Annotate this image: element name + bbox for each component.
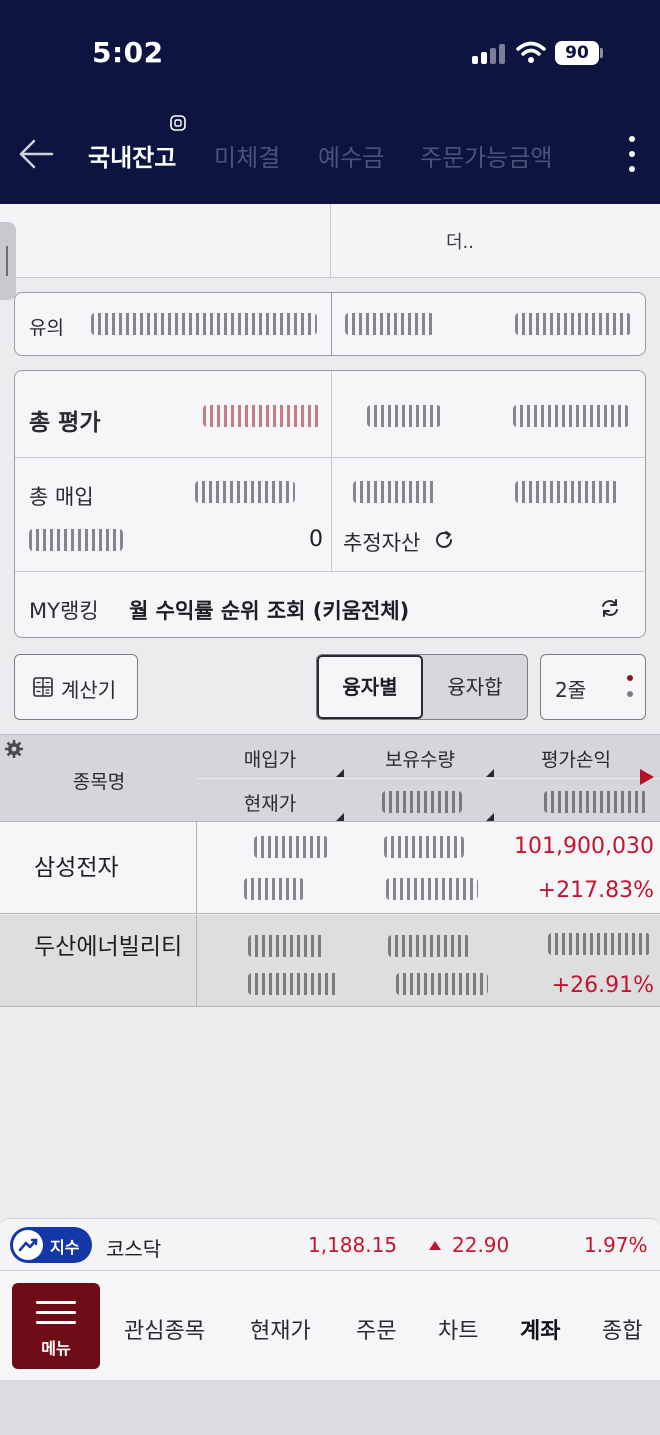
nav-order[interactable]: 주문 <box>356 1313 396 1345</box>
nav-summary[interactable]: 종합 <box>602 1313 660 1345</box>
holdings-table-header: 종목명 매입가 보유수량 평가손익 현재가 <box>0 734 660 822</box>
header-current-price[interactable]: 현재가 <box>210 789 330 816</box>
redacted-header <box>544 791 648 813</box>
header-stock-name[interactable]: 종목명 <box>40 767 158 794</box>
redacted-value <box>91 313 317 335</box>
sort-indicator <box>486 813 494 821</box>
header-pnl[interactable]: 평가손익 <box>516 745 636 772</box>
table-row[interactable]: 삼성전자 101,900,030 +217.83% <box>0 822 660 914</box>
stock-name: 두산에너빌리티 <box>34 934 183 960</box>
bottom-navigation: 메뉴 관심종목 현재가 주문 차트 계좌 종합 <box>0 1270 660 1380</box>
gear-icon[interactable] <box>4 739 24 759</box>
trend-up-icon <box>18 1238 38 1252</box>
redacted-value <box>386 878 478 900</box>
redacted-value <box>195 481 295 503</box>
zero-value: 0 <box>309 527 323 552</box>
stock-name: 삼성전자 <box>34 855 119 881</box>
summary-box: 총 평가 총 매입 0 추정자산 MY랭킹 월 수익률 순위 조회 (키움전체) <box>14 370 646 638</box>
battery-tip <box>600 48 603 58</box>
calculator-icon <box>33 677 53 697</box>
redacted-value <box>513 405 629 427</box>
refresh-icon[interactable] <box>433 529 455 551</box>
signal-icon <box>472 44 506 64</box>
row-lines-selector[interactable]: 2줄 <box>540 654 646 720</box>
side-drawer-handle[interactable] <box>0 222 16 300</box>
back-arrow-icon[interactable] <box>16 134 56 174</box>
redacted-value <box>396 973 488 995</box>
row-pnl: 101,900,030 <box>514 834 654 859</box>
redacted-value <box>388 935 470 957</box>
index-ticker[interactable]: 지수 코스닥 1,188.15 22.90 1.97% <box>0 1218 660 1270</box>
header-quantity[interactable]: 보유수량 <box>360 745 480 772</box>
row-return-rate: +26.91% <box>551 973 654 998</box>
nav-watchlist[interactable]: 관심종목 <box>124 1313 205 1345</box>
redacted-header <box>382 791 462 813</box>
redacted-value <box>345 313 435 335</box>
more-options-icon[interactable] <box>622 132 642 176</box>
calculator-button[interactable]: 계산기 <box>14 654 138 720</box>
loan-view-toggle: 융자별 융자합 <box>316 654 528 720</box>
wifi-icon <box>516 41 546 63</box>
my-ranking-label: MY랭킹 <box>29 599 99 623</box>
tab-orderable-amount[interactable]: 주문가능금액 <box>420 138 552 173</box>
segment-loan-sum[interactable]: 융자합 <box>423 655 527 719</box>
menu-button[interactable]: 메뉴 <box>12 1283 100 1369</box>
row-return-rate: +217.83% <box>537 878 654 903</box>
index-rate: 1.97% <box>584 1233 648 1257</box>
redacted-value <box>384 836 464 858</box>
segment-by-loan[interactable]: 융자별 <box>317 655 423 719</box>
refresh-icon[interactable] <box>599 597 621 619</box>
calculator-label: 계산기 <box>61 678 117 702</box>
sort-indicator <box>336 769 344 777</box>
redacted-value <box>367 405 441 427</box>
redacted-value <box>353 481 437 503</box>
copy-icon <box>170 115 186 131</box>
notice-box: 유의 <box>14 292 646 356</box>
redacted-value <box>203 405 321 427</box>
redacted-label <box>29 529 123 551</box>
triangle-up-icon <box>429 1241 441 1250</box>
row-lines-label: 2줄 <box>555 678 587 702</box>
index-badge-label: 지수 <box>50 1238 80 1257</box>
sort-indicator <box>486 769 494 777</box>
index-badge[interactable]: 지수 <box>10 1227 92 1263</box>
redacted-value <box>248 935 324 957</box>
options-dot <box>627 691 633 697</box>
menu-label: 메뉴 <box>41 1339 71 1358</box>
top-bar: 5:02 90 국내잔고 미체결 예수금 주문가능금액 <box>0 0 660 204</box>
home-indicator-area <box>0 1380 660 1435</box>
nav-account[interactable]: 계좌 <box>520 1313 560 1345</box>
total-buy-label: 총 매입 <box>29 485 94 509</box>
options-dot <box>627 675 633 681</box>
redacted-value <box>248 973 338 995</box>
account-selector[interactable]: 더.. <box>0 204 660 278</box>
account-name: 더.. <box>446 232 475 253</box>
index-name: 코스닥 <box>106 1237 162 1261</box>
scroll-right-icon[interactable] <box>640 769 654 785</box>
monthly-ranking-link[interactable]: 월 수익률 순위 조회 (키움전체) <box>129 595 409 625</box>
redacted-value <box>548 933 650 955</box>
nav-current-price[interactable]: 현재가 <box>250 1313 311 1345</box>
main-content: 더.. 유의 총 평가 총 매입 0 추정자산 MY랭킹 월 수익률 순위 조회… <box>0 204 660 1435</box>
battery-indicator: 90 <box>555 41 599 65</box>
notice-label: 유의 <box>29 317 64 339</box>
total-eval-label: 총 평가 <box>29 410 101 436</box>
redacted-value <box>515 481 619 503</box>
redacted-value <box>244 878 304 900</box>
estimated-assets-label: 추정자산 <box>343 531 421 555</box>
header-buy-price[interactable]: 매입가 <box>210 745 330 772</box>
index-change: 22.90 <box>452 1233 510 1257</box>
table-row[interactable]: 두산에너빌리티 +26.91% <box>0 915 660 1007</box>
redacted-value <box>515 313 631 335</box>
status-time: 5:02 <box>92 36 164 69</box>
tab-deposit[interactable]: 예수금 <box>318 138 384 173</box>
sort-indicator <box>336 813 344 821</box>
redacted-value <box>254 836 328 858</box>
tab-unfilled[interactable]: 미체결 <box>214 138 280 173</box>
tab-domestic-balance[interactable]: 국내잔고 <box>88 138 176 173</box>
nav-chart[interactable]: 차트 <box>438 1313 478 1345</box>
index-value: 1,188.15 <box>308 1233 398 1257</box>
